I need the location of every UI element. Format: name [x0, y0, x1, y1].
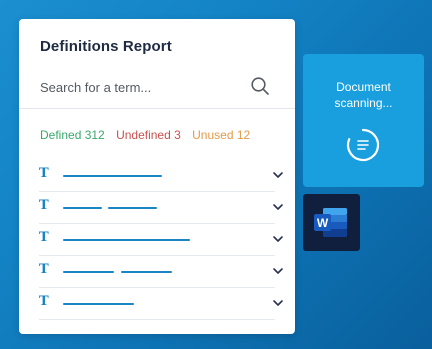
search-bar: [19, 74, 295, 109]
term-placeholder-bar: [63, 207, 102, 209]
term-placeholder-bar: [63, 303, 134, 305]
list-item[interactable]: T: [39, 192, 283, 224]
definitions-report-panel: Definitions Report Defined 312 Undefined…: [19, 19, 295, 334]
term-t-icon: T: [39, 166, 49, 181]
term-t-icon: T: [39, 262, 49, 277]
undefined-filter[interactable]: Undefined 3: [116, 128, 181, 142]
search-icon[interactable]: [250, 76, 270, 96]
chevron-down-icon[interactable]: [271, 168, 285, 182]
term-t-icon: T: [39, 230, 49, 245]
loading-spinner-icon: [346, 128, 380, 162]
term-t-icon: T: [39, 294, 49, 309]
scanning-status-text: Document scanning...: [303, 79, 424, 111]
term-t-icon: T: [39, 198, 49, 213]
word-icon: W: [314, 208, 347, 237]
term-placeholder-bar: [63, 239, 190, 241]
word-app-tile[interactable]: W: [303, 194, 360, 251]
term-stats: Defined 312 Undefined 3 Unused 12: [40, 128, 258, 142]
unused-filter[interactable]: Unused 12: [192, 128, 250, 142]
svg-text:W: W: [317, 216, 329, 230]
term-placeholder-bar: [108, 207, 157, 209]
list-item[interactable]: T: [39, 160, 283, 192]
chevron-down-icon[interactable]: [271, 232, 285, 246]
panel-title: Definitions Report: [40, 38, 172, 55]
term-placeholder-bar: [121, 271, 172, 273]
document-scanning-card: Document scanning...: [303, 54, 424, 187]
term-placeholder-bar: [63, 175, 162, 177]
chevron-down-icon[interactable]: [271, 200, 285, 214]
chevron-down-icon[interactable]: [271, 296, 285, 310]
defined-filter[interactable]: Defined 312: [40, 128, 105, 142]
list-item[interactable]: T: [39, 256, 283, 288]
chevron-down-icon[interactable]: [271, 264, 285, 278]
list-item[interactable]: T: [39, 288, 283, 320]
list-item[interactable]: T: [39, 224, 283, 256]
search-input[interactable]: [40, 77, 240, 97]
scanning-line-2: scanning...: [334, 96, 393, 110]
term-list: T T T T T: [39, 160, 283, 320]
term-placeholder-bar: [63, 271, 114, 273]
scanning-line-1: Document: [336, 80, 391, 94]
